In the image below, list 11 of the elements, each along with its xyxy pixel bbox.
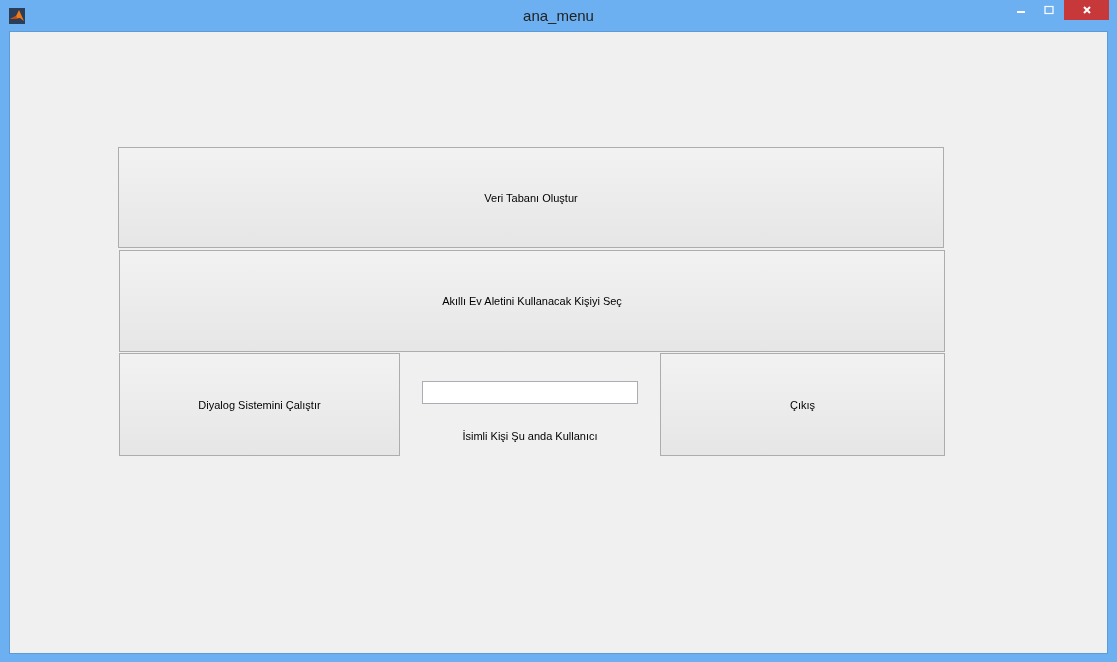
app-icon — [9, 7, 25, 24]
current-user-label: İsimli Kişi Şu anda Kullanıcı — [462, 430, 598, 442]
close-icon — [1081, 5, 1092, 15]
select-user-button[interactable]: Akıllı Ev Aletini Kullanacak Kişiyi Seç — [119, 250, 945, 352]
run-dialog-button[interactable]: Diyalog Sistemini Çalıştır — [119, 353, 400, 456]
exit-button[interactable]: Çıkış — [660, 353, 945, 456]
window-title: ana_menu — [523, 7, 594, 24]
close-button[interactable] — [1064, 0, 1109, 20]
name-input-field[interactable] — [422, 381, 638, 404]
maximize-icon — [1044, 5, 1054, 15]
create-database-button[interactable]: Veri Tabanı Oluştur — [118, 147, 944, 248]
